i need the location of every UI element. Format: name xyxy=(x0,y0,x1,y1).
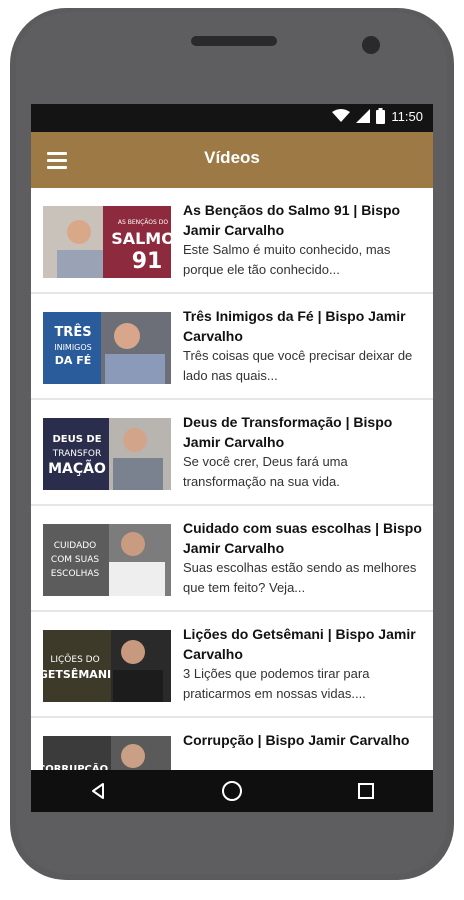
thumb-text: COM SUAS xyxy=(51,555,99,565)
app-bar: Vídeos xyxy=(31,132,433,188)
video-thumbnail: CUIDADO COM SUAS ESCOLHAS xyxy=(43,524,171,596)
video-title: Lições do Getsêmani | Bispo Jamir Carval… xyxy=(183,626,416,662)
video-title: Cuidado com suas escolhas | Bispo Jamir … xyxy=(183,520,422,556)
recents-icon[interactable] xyxy=(346,775,386,807)
video-list[interactable]: AS BENÇÃOS DO SALMO 91 As Bençãos do Sal… xyxy=(31,188,433,770)
video-thumbnail: DEUS DE TRANSFOR MAÇÃO xyxy=(43,418,171,490)
video-description: Este Salmo é muito conhecido, mas porque… xyxy=(183,242,391,277)
video-title: Deus de Transformação | Bispo Jamir Carv… xyxy=(183,414,393,450)
back-icon[interactable] xyxy=(78,775,118,807)
thumb-text: SALMO xyxy=(111,229,171,248)
signal-icon xyxy=(356,109,371,123)
video-thumbnail: CORRUPÇÃO xyxy=(43,736,171,770)
phone-screen: 11:50 Vídeos AS BENÇÃOS DO SALMO 91 As B… xyxy=(31,104,433,812)
thumb-text: 91 xyxy=(132,249,163,274)
video-description: Três coisas que você precisar deixar de … xyxy=(183,348,413,383)
wifi-icon xyxy=(332,109,351,122)
video-title: As Bençãos do Salmo 91 | Bispo Jamir Car… xyxy=(183,202,401,238)
phone-camera xyxy=(362,36,380,54)
thumb-text: INIMIGOS xyxy=(54,343,92,352)
navigation-bar xyxy=(31,770,433,812)
thumb-text: ESCOLHAS xyxy=(51,569,100,579)
thumb-text: TRÊS xyxy=(54,324,91,340)
status-time: 11:50 xyxy=(391,108,423,124)
video-thumbnail: LIÇÕES DO GETSÊMANI xyxy=(43,630,171,702)
video-thumbnail: AS BENÇÃOS DO SALMO 91 xyxy=(43,206,171,278)
video-description: 3 Lições que podemos tirar para praticar… xyxy=(183,666,370,701)
thumb-text: DEUS DE xyxy=(52,434,101,445)
list-item[interactable]: TRÊS INIMIGOS DA FÉ Três Inimigos da Fé … xyxy=(31,294,433,400)
list-item[interactable]: CORRUPÇÃO Corrupção | Bispo Jamir Carval… xyxy=(31,718,433,770)
thumb-text: GETSÊMANI xyxy=(43,668,111,681)
video-thumbnail: TRÊS INIMIGOS DA FÉ xyxy=(43,312,171,384)
status-bar: 11:50 xyxy=(31,104,433,132)
phone-speaker xyxy=(191,36,277,46)
list-item[interactable]: LIÇÕES DO GETSÊMANI Lições do Getsêmani … xyxy=(31,612,433,718)
home-icon[interactable] xyxy=(212,775,252,807)
thumb-text: LIÇÕES DO xyxy=(50,653,99,665)
video-title: Corrupção | Bispo Jamir Carvalho xyxy=(183,732,410,748)
video-title: Três Inimigos da Fé | Bispo Jamir Carval… xyxy=(183,308,406,344)
thumb-text: TRANSFOR xyxy=(52,449,102,459)
battery-icon xyxy=(376,108,386,124)
list-item[interactable]: CUIDADO COM SUAS ESCOLHAS Cuidado com su… xyxy=(31,506,433,612)
list-item[interactable]: DEUS DE TRANSFOR MAÇÃO Deus de Transform… xyxy=(31,400,433,506)
page-title: Vídeos xyxy=(204,148,260,167)
video-description: Se você crer, Deus fará uma transformaçã… xyxy=(183,454,348,489)
list-item[interactable]: AS BENÇÃOS DO SALMO 91 As Bençãos do Sal… xyxy=(31,188,433,294)
thumb-text: AS BENÇÃOS DO xyxy=(118,219,168,226)
thumb-text: CORRUPÇÃO xyxy=(43,762,108,770)
thumb-text: MAÇÃO xyxy=(48,460,106,477)
video-description: Suas escolhas estão sendo as melhores qu… xyxy=(183,560,417,595)
thumb-text: CUIDADO xyxy=(54,541,96,551)
thumb-text: DA FÉ xyxy=(55,354,92,367)
